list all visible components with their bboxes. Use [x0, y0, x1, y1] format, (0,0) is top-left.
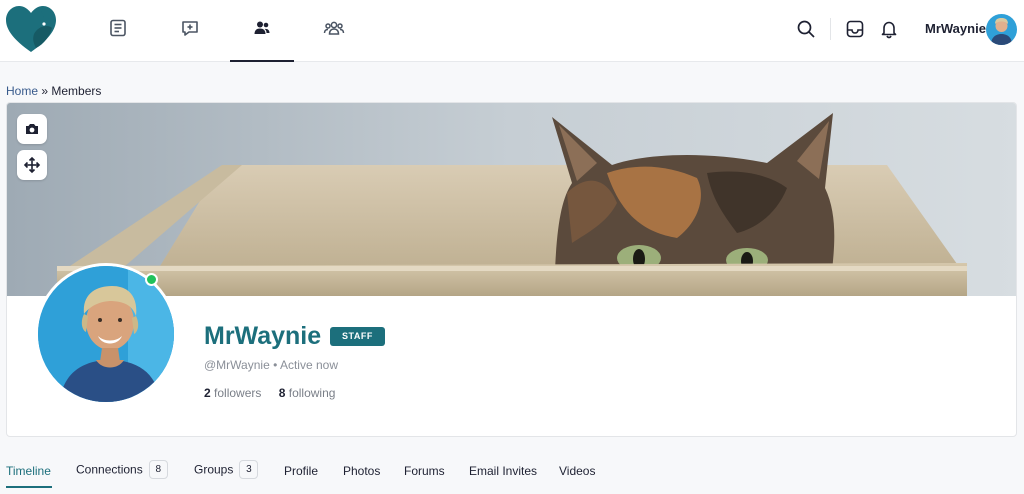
- tab-label: Profile: [284, 464, 319, 478]
- tab-label: Groups: [194, 462, 234, 477]
- tab-forums[interactable]: Forums: [404, 464, 445, 478]
- tab-profile[interactable]: Profile: [284, 464, 318, 478]
- tab-label: Timeline: [6, 464, 51, 478]
- active-nav-indicator: [230, 60, 294, 62]
- tab-label: Email Invites: [469, 464, 538, 478]
- users-icon[interactable]: [250, 16, 274, 40]
- search-icon[interactable]: [795, 18, 817, 40]
- tab-videos[interactable]: Videos: [559, 464, 595, 478]
- followers-count: 2: [204, 386, 211, 400]
- staff-badge: STAFF: [330, 327, 385, 346]
- profile-name: MrWaynie: [204, 322, 322, 350]
- tab-groups[interactable]: Groups 3: [194, 460, 259, 480]
- tab-label: Forums: [404, 464, 445, 478]
- cover-photo: [7, 103, 1016, 296]
- profile-handle-status: @MrWaynie • Active now: [204, 358, 338, 372]
- tab-photos[interactable]: Photos: [343, 464, 380, 478]
- tab-timeline[interactable]: Timeline: [6, 464, 51, 478]
- profile-handle: @MrWaynie: [204, 358, 270, 372]
- groups-count-badge: 3: [239, 460, 259, 479]
- top-bar: MrWaynie: [0, 0, 1024, 62]
- tab-label: Photos: [343, 464, 381, 478]
- groups-icon[interactable]: [322, 16, 346, 40]
- camera-icon: [26, 124, 38, 134]
- breadcrumb-home-link[interactable]: Home: [6, 84, 38, 98]
- followers-link[interactable]: 2 followers: [204, 386, 261, 400]
- breadcrumb-separator: »: [38, 84, 52, 98]
- breadcrumb-current: Members: [51, 84, 102, 98]
- reposition-cover-button[interactable]: [17, 150, 47, 180]
- heart-cat-logo-icon[interactable]: [4, 4, 58, 56]
- bell-icon[interactable]: [878, 18, 900, 40]
- tab-email-invites[interactable]: Email Invites: [469, 464, 537, 478]
- tab-label: Connections: [76, 462, 143, 477]
- toolbar-divider: [830, 18, 831, 40]
- active-tab-indicator: [6, 486, 52, 488]
- connections-count-badge: 8: [148, 460, 168, 479]
- profile-header-card: MrWaynie STAFF @MrWaynie • Active now 2 …: [6, 102, 1017, 437]
- move-arrows-icon: [23, 156, 41, 174]
- tab-connections[interactable]: Connections 8: [76, 460, 168, 480]
- status-separator: •: [269, 358, 280, 372]
- activity-status: Active now: [279, 358, 338, 372]
- tab-label: Videos: [559, 464, 596, 478]
- breadcrumb: Home » Members: [6, 84, 101, 98]
- header-username[interactable]: MrWaynie: [925, 21, 986, 36]
- following-label: following: [285, 386, 336, 400]
- chat-plus-icon[interactable]: [178, 16, 202, 40]
- follow-stats: 2 followers 8 following: [204, 386, 349, 400]
- followers-label: followers: [210, 386, 262, 400]
- header-avatar[interactable]: [986, 14, 1017, 45]
- online-status-indicator: [145, 273, 158, 286]
- inbox-icon[interactable]: [844, 18, 866, 40]
- following-link[interactable]: 8 following: [279, 386, 336, 400]
- news-feed-icon[interactable]: [106, 16, 130, 40]
- change-cover-camera-button[interactable]: [17, 114, 47, 144]
